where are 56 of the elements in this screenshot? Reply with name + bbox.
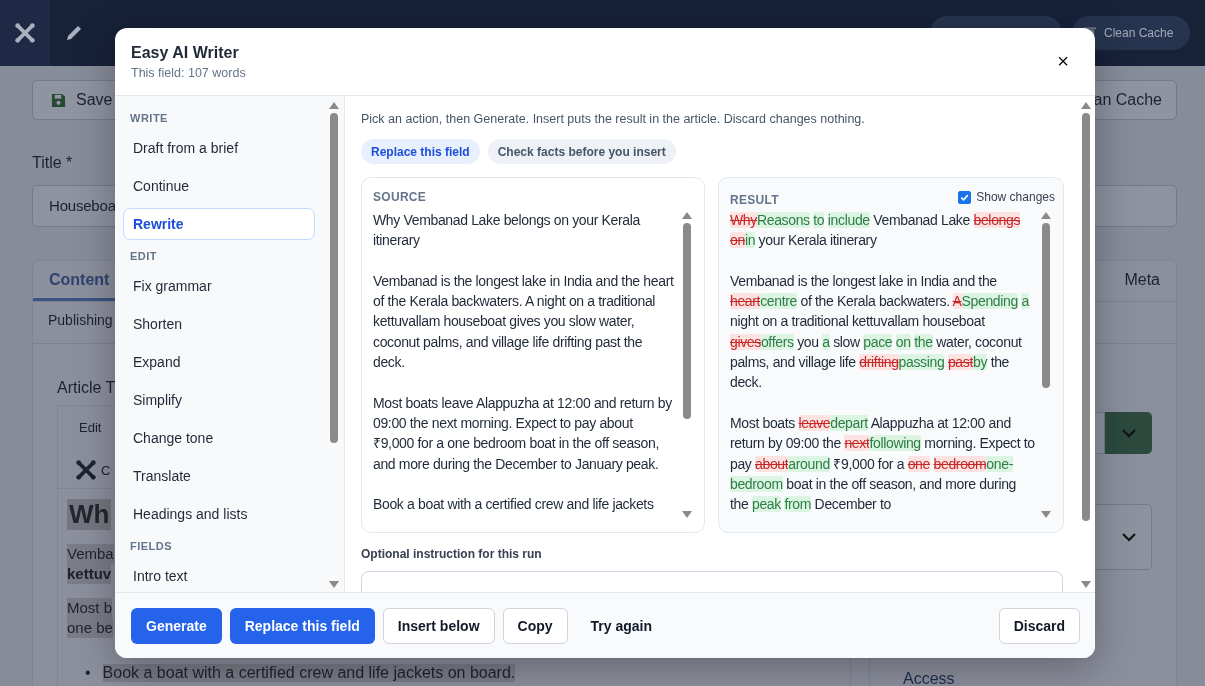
- tab[interactable]: Meta: [1108, 261, 1176, 301]
- action-item[interactable]: Intro text: [123, 560, 315, 592]
- article-text: kettuv: [67, 564, 112, 584]
- source-paragraph: Vembanad is the longest lake in India and the heart of the Kerala backwaters. A night on a traditional kettuvallam houseboat gives you slow water, coconut palms, and village life drifting past the deck.: [373, 271, 675, 373]
- action-button[interactable]: Insert below: [382, 607, 495, 644]
- list-item: Book a boat with a certified crew and life jackets on board.: [102, 664, 516, 682]
- result-paragraph: Most boats leavedepart Alappuzha at 12:00 and return by 09:00 the nextfollowing morning. Expect to pay aboutaround ₹9,000 for a one bedroomone-bedroom boat in the off season, and more during the peak from December to: [730, 413, 1036, 515]
- section-heading: WRITE: [129, 112, 169, 126]
- checkbox-icon[interactable]: [958, 190, 972, 204]
- action-button[interactable]: Generate: [131, 607, 222, 644]
- action-item[interactable]: Translate: [123, 460, 315, 492]
- result-paragraph: WhyReasons to include Vembanad Lake belongs onin your Kerala itinerary: [730, 211, 1022, 251]
- action-item[interactable]: Draft from a brief: [123, 132, 315, 164]
- discard-button[interactable]: Discard: [998, 607, 1080, 644]
- article-heading: Wh: [67, 499, 112, 530]
- pencil-icon: [64, 23, 84, 43]
- mode-chip[interactable]: Replace this field: [361, 139, 480, 164]
- section-heading: EDIT: [129, 250, 159, 264]
- panel-label: RESULT: [730, 193, 779, 207]
- toolbar-label[interactable]: C: [101, 462, 111, 478]
- bullet-marker: •: [85, 664, 91, 682]
- field-label: Article T: [57, 379, 116, 398]
- source-paragraph: Book a boat with a certified crew and life jackets: [373, 495, 655, 515]
- dialog-title: Easy AI Writer: [131, 43, 240, 62]
- action-button[interactable]: Copy: [502, 607, 568, 644]
- action-item[interactable]: Headings and lists: [123, 498, 315, 530]
- scrollbar[interactable]: [682, 212, 692, 518]
- field-label: Optional instruction for this run: [361, 547, 543, 561]
- field-label: Title *: [32, 154, 73, 173]
- show-changes-checkbox[interactable]: Show changes: [958, 190, 1055, 204]
- scrollbar[interactable]: [1041, 212, 1051, 518]
- section-heading: FIELDS: [129, 540, 174, 554]
- scrollbar[interactable]: [329, 102, 339, 588]
- article-text: Vemba: [67, 544, 114, 564]
- field-label: Access: [903, 670, 956, 686]
- action-item[interactable]: Change tone: [123, 422, 315, 454]
- article-text: Most b: [67, 598, 112, 618]
- chevron-down-icon: [1120, 428, 1137, 438]
- panel-label: SOURCE: [373, 190, 427, 204]
- action-button[interactable]: Try again: [575, 607, 667, 644]
- action-item[interactable]: Shorten: [123, 308, 315, 340]
- dialog-subtitle: This field: 107 words: [131, 65, 247, 80]
- action-item[interactable]: Expand: [123, 346, 315, 378]
- hint-text: Pick an action, then Generate. Insert puts the result in the article. Discard changes nothing.: [361, 112, 866, 126]
- source-paragraph: Why Vembanad Lake belongs on your Kerala itinerary: [373, 211, 642, 251]
- action-item[interactable]: Continue: [123, 170, 315, 202]
- chevron-down-icon: [1121, 532, 1137, 542]
- close-button[interactable]: ×: [1051, 48, 1075, 75]
- scrollbar[interactable]: [1081, 102, 1091, 588]
- action-item[interactable]: Simplify: [123, 384, 315, 416]
- action-item[interactable]: Rewrite: [123, 208, 315, 240]
- action-button[interactable]: Replace this field: [229, 607, 375, 644]
- result-paragraph: Vembanad is the longest lake in India and the heartcentre of the Kerala backwaters. ASpending a night on a traditional kettuvallam houseboat givesoffers you a slow pace on the water, coconut palms, and village life driftingpassing pastby the deck.: [730, 271, 1031, 393]
- mode-chip[interactable]: Check facts before you insert: [487, 139, 676, 164]
- source-paragraph: Most boats leave Alappuzha at 12:00 and return by 09:00 the next morning. Expect to pay about ₹9,000 for a one bedroom boat in the off season, and more during the December to January peak.: [373, 393, 673, 474]
- article-text: one be: [67, 618, 113, 638]
